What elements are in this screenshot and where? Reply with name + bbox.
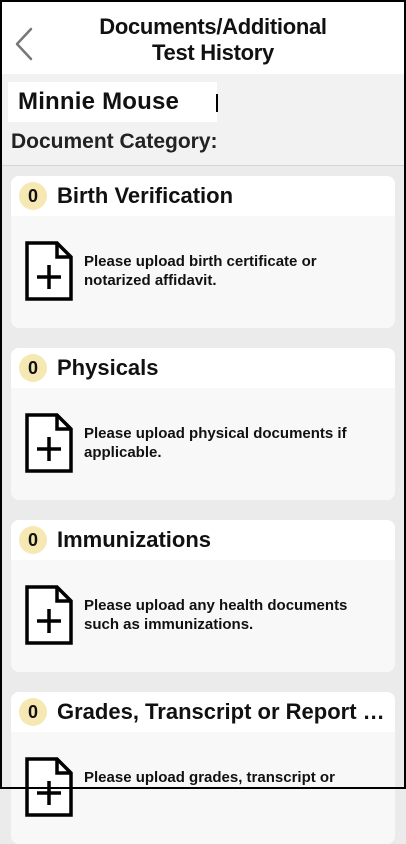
description-line: notarized affidavit. <box>84 272 217 289</box>
category-header: 0 Physicals <box>11 348 395 388</box>
category-card-immunizations[interactable]: 0 Immunizations Please upload any health… <box>11 520 395 672</box>
category-body: Please upload any health documents such … <box>11 560 395 672</box>
description-line: Please upload any health documents <box>84 597 348 614</box>
description-line: such as immunizations. <box>84 616 254 633</box>
chevron-left-icon <box>15 27 33 61</box>
description-line: applicable. <box>84 444 162 461</box>
category-title: Physicals <box>57 355 159 380</box>
category-card-grades-transcript[interactable]: 0 Grades, Transcript or Report C... Plea… <box>11 692 395 844</box>
header-bar: Documents/Additional Test History <box>0 0 406 74</box>
page-title: Documents/Additional Test History <box>60 14 366 66</box>
page-title-line2: Test History <box>152 40 274 65</box>
document-count-badge: 0 <box>19 182 47 210</box>
category-body: Please upload physical documents if appl… <box>11 388 395 500</box>
category-description: Please upload physical documents if appl… <box>84 424 384 462</box>
category-header: 0 Immunizations <box>11 520 395 560</box>
category-body: Please upload grades, transcript or <box>11 732 395 844</box>
add-document-icon[interactable] <box>24 584 74 646</box>
add-document-icon[interactable] <box>24 412 74 474</box>
category-card-physicals[interactable]: 0 Physicals Please upload physical docum… <box>11 348 395 500</box>
category-title: Birth Verification <box>57 183 234 208</box>
category-header: 0 Grades, Transcript or Report C... <box>11 692 395 732</box>
student-name-field[interactable]: Minnie Mouse <box>8 82 217 122</box>
document-category-label: Document Category: <box>11 130 218 153</box>
category-description: Please upload any health documents such … <box>84 596 384 634</box>
description-line: Please upload birth certificate or <box>84 253 317 270</box>
document-count-badge: 0 <box>19 526 47 554</box>
category-body: Please upload birth certificate or notar… <box>11 216 395 328</box>
category-card-birth-verification[interactable]: 0 Birth Verification Please upload birth… <box>11 176 395 328</box>
document-count-badge: 0 <box>19 354 47 382</box>
student-name: Minnie Mouse <box>18 88 180 115</box>
page-title-line1: Documents/Additional <box>99 14 327 39</box>
category-title: Immunizations <box>57 527 212 552</box>
student-section: Minnie Mouse Document Category: <box>0 74 406 166</box>
document-count-badge: 0 <box>19 698 47 726</box>
category-title: Grades, Transcript or Report C... <box>57 699 387 724</box>
divider <box>0 165 406 166</box>
text-cursor <box>216 94 218 112</box>
back-button[interactable] <box>10 24 38 64</box>
description-line: Please upload physical documents if <box>84 425 347 442</box>
add-document-icon[interactable] <box>24 240 74 302</box>
add-document-icon[interactable] <box>24 756 74 818</box>
category-description: Please upload grades, transcript or <box>84 768 384 787</box>
category-header: 0 Birth Verification <box>11 176 395 216</box>
category-description: Please upload birth certificate or notar… <box>84 252 384 290</box>
description-line: Please upload grades, transcript or <box>84 769 335 786</box>
